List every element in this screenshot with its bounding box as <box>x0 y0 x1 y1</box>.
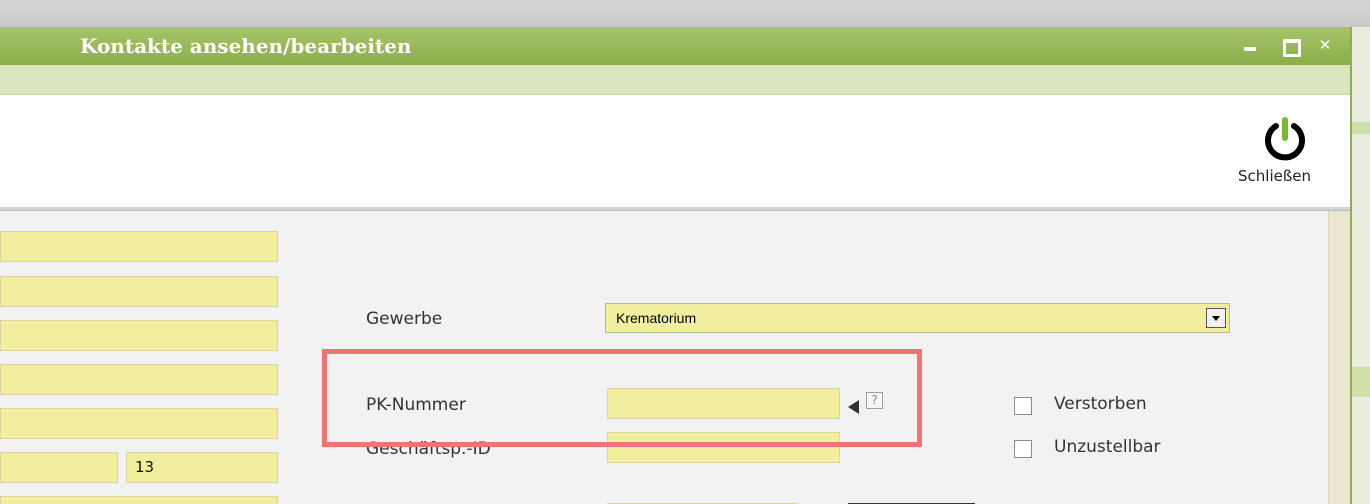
highlight-box <box>322 349 922 447</box>
background-bar <box>0 0 1370 27</box>
background-window-edge <box>1352 27 1370 504</box>
text-field-7[interactable] <box>0 496 278 504</box>
minimize-icon[interactable] <box>1242 38 1258 52</box>
text-field-4[interactable] <box>0 364 278 395</box>
unzustellbar-label: Unzustellbar <box>1054 437 1161 457</box>
power-icon <box>1265 117 1305 161</box>
unzustellbar-checkbox[interactable] <box>1014 440 1032 458</box>
scrollbar[interactable] <box>1328 211 1350 504</box>
close-button-label: Schließen <box>1238 167 1312 185</box>
title-bar[interactable]: Kontakte ansehen/bearbeiten ✕ <box>0 27 1350 65</box>
verstorben-label: Verstorben <box>1054 394 1147 414</box>
text-field-5[interactable] <box>0 408 278 439</box>
street-field[interactable] <box>0 452 118 483</box>
gewerbe-select[interactable]: Krematorium <box>605 303 1230 333</box>
maximize-icon[interactable] <box>1282 38 1301 57</box>
contact-form: 13 Gewerbe Krematorium PK-Nummer ? Gesch… <box>0 211 1328 504</box>
screen: Kontakte ansehen/bearbeiten ✕ Schließen <box>0 0 1370 504</box>
window-title: Kontakte ansehen/bearbeiten <box>80 34 412 58</box>
text-field-1[interactable] <box>0 231 278 262</box>
chevron-down-icon[interactable] <box>1206 308 1226 328</box>
close-icon[interactable]: ✕ <box>1317 38 1333 53</box>
text-field-2[interactable] <box>0 276 278 307</box>
gewerbe-label: Gewerbe <box>366 309 443 329</box>
gewerbe-value: Krematorium <box>616 310 697 326</box>
text-field-3[interactable] <box>0 320 278 351</box>
contact-dialog: Kontakte ansehen/bearbeiten ✕ Schließen <box>0 27 1352 504</box>
close-button[interactable]: Schließen <box>1234 115 1342 199</box>
menu-bar <box>0 65 1350 95</box>
toolbar: Schließen <box>0 95 1350 207</box>
house-number-field[interactable]: 13 <box>126 452 278 483</box>
verstorben-checkbox[interactable] <box>1014 397 1032 415</box>
